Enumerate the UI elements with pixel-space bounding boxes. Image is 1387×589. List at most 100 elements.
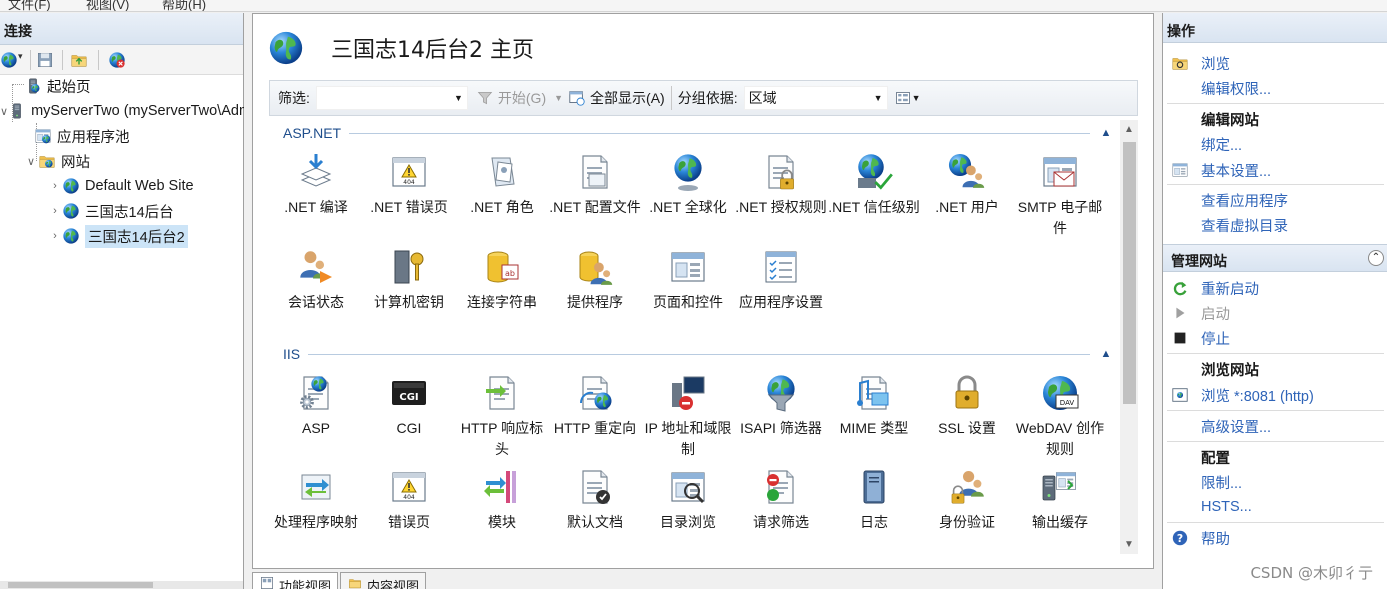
feature-directory-browsing[interactable]: 目录浏览	[641, 467, 735, 533]
feature-ip-domain-restrictions[interactable]: IP 地址和域限制	[641, 373, 735, 460]
http-response-headers-icon	[486, 373, 522, 413]
group-header-iis[interactable]: IIS ▲	[269, 344, 1114, 364]
collapse-chevron-icon[interactable]: ⌃	[1368, 250, 1384, 266]
action-hsts[interactable]: HSTS...	[1163, 495, 1252, 519]
feature-http-response-headers[interactable]: HTTP 响应标头	[455, 373, 549, 460]
action-advanced-settings[interactable]: 高级设置...	[1163, 414, 1271, 438]
action-view-virtual-dirs[interactable]: 查看虚拟目录	[1163, 213, 1288, 237]
feature-providers[interactable]: 提供程序	[548, 247, 642, 313]
action-view-applications[interactable]: 查看应用程序	[1163, 188, 1288, 212]
dropdown-arrow-icon[interactable]: ▼	[554, 93, 563, 103]
feature-output-caching[interactable]: 输出缓存	[1013, 467, 1107, 533]
feature-modules[interactable]: 模块	[455, 467, 549, 533]
vertical-scrollbar[interactable]: ▲ ▼	[1120, 120, 1138, 554]
start-filter-button[interactable]: 开始(G)	[476, 88, 546, 108]
action-help[interactable]: ? 帮助	[1163, 526, 1230, 550]
feature-http-redirect[interactable]: HTTP 重定向	[548, 373, 642, 439]
feature-dotnet-profile[interactable]: .NET 配置文件	[548, 152, 642, 218]
website-icon	[62, 227, 80, 245]
menu-help[interactable]: 帮助(H)	[162, 0, 206, 11]
scrollbar-thumb[interactable]	[1123, 142, 1136, 404]
expand-chevron-icon[interactable]: ∨	[24, 155, 38, 168]
connect-globe-icon[interactable]	[0, 51, 18, 69]
horizontal-scrollbar[interactable]	[0, 581, 243, 589]
tree-item-sites[interactable]: ∨ 网站	[24, 150, 90, 172]
action-limits[interactable]: 限制...	[1163, 470, 1242, 494]
scroll-up-icon[interactable]: ▲	[1120, 124, 1138, 135]
expand-chevron-icon[interactable]: ›	[48, 205, 62, 217]
dotnet-authorization-icon	[761, 152, 795, 190]
dropdown-arrow-icon[interactable]: ▼	[912, 93, 921, 103]
feature-cgi[interactable]: CGI	[362, 373, 456, 439]
feature-dotnet-roles[interactable]: .NET 角色	[455, 152, 549, 218]
settings-page-icon	[1171, 161, 1189, 179]
feature-dotnet-users[interactable]: .NET 用户	[920, 152, 1014, 218]
menu-view[interactable]: 视图(V)	[86, 0, 129, 11]
action-start[interactable]: 启动	[1163, 301, 1230, 325]
tree-item-server[interactable]: ∨ myServerTwo (myServerTwo\Administrator…	[0, 100, 244, 122]
action-browse-8081[interactable]: 浏览 *:8081 (http)	[1163, 383, 1314, 407]
feature-handler-mappings[interactable]: 处理程序映射	[269, 467, 363, 533]
disconnect-icon[interactable]	[108, 51, 126, 69]
tree-item-site-sgz14-2[interactable]: › 三国志14后台2	[48, 224, 188, 248]
feature-isapi-filters[interactable]: ISAPI 筛选器	[734, 373, 828, 439]
action-basic-settings[interactable]: 基本设置...	[1163, 158, 1271, 182]
feature-authentication[interactable]: 身份验证	[920, 467, 1014, 533]
feature-pages-controls[interactable]: 页面和控件	[641, 247, 735, 313]
dropdown-arrow-icon[interactable]: ▼	[454, 93, 463, 103]
feature-request-filtering[interactable]: 请求筛选	[734, 467, 828, 533]
smtp-email-icon	[1040, 152, 1080, 192]
feature-session-state[interactable]: 会话状态	[269, 247, 363, 313]
feature-dotnet-globalization[interactable]: .NET 全球化	[641, 152, 735, 218]
stop-icon	[1174, 332, 1186, 344]
feature-smtp-email[interactable]: SMTP 电子邮件	[1013, 152, 1107, 239]
dropdown-arrow-icon[interactable]: ▾	[18, 51, 23, 62]
save-icon[interactable]	[36, 51, 54, 69]
up-folder-icon[interactable]	[70, 51, 88, 69]
expand-chevron-icon[interactable]: ›	[48, 230, 62, 242]
feature-logging[interactable]: 日志	[827, 467, 921, 533]
tab-features-view[interactable]: 功能视图	[252, 572, 339, 589]
config-heading: 配置	[1201, 450, 1230, 467]
filter-input[interactable]: ▼	[315, 86, 468, 110]
feature-webdav[interactable]: DAV WebDAV 创作规则	[1013, 373, 1107, 460]
feature-machine-key[interactable]: 计算机密钥	[362, 247, 456, 313]
actions-panel: 操作 浏览 编辑权限... 编辑网站 绑定... 基本设置... 查看应用程序 …	[1162, 13, 1387, 589]
action-explore[interactable]: 浏览	[1163, 51, 1230, 75]
feature-dotnet-authorization[interactable]: .NET 授权规则	[734, 152, 828, 218]
view-mode-button[interactable]: ▼	[894, 90, 921, 106]
group-by-select[interactable]: 区域 ▼	[743, 86, 888, 110]
group-header-aspnet[interactable]: ASP.NET ▲	[269, 123, 1114, 143]
tree-item-site-sgz14[interactable]: › 三国志14后台	[48, 200, 174, 222]
expand-chevron-icon[interactable]: ›	[48, 180, 62, 192]
show-all-button[interactable]: 全部显示(A)	[567, 88, 665, 108]
feature-dotnet-error-pages[interactable]: .NET 错误页	[362, 152, 456, 218]
collapse-chevron-icon[interactable]: ▲	[1098, 127, 1114, 139]
feature-mime-types[interactable]: MIME 类型	[827, 373, 921, 439]
tree-item-default-web-site[interactable]: › Default Web Site	[48, 175, 193, 197]
action-edit-permissions[interactable]: 编辑权限...	[1163, 76, 1271, 100]
view-tabs: 功能视图 内容视图	[252, 572, 428, 589]
dropdown-arrow-icon[interactable]: ▼	[874, 93, 883, 103]
action-restart[interactable]: 重新启动	[1163, 276, 1259, 300]
ip-domain-restrictions-icon	[672, 376, 705, 410]
feature-ssl-settings[interactable]: SSL 设置	[920, 373, 1014, 439]
action-bindings[interactable]: 绑定...	[1163, 132, 1242, 156]
tab-content-view[interactable]: 内容视图	[340, 572, 427, 589]
tree-item-app-pools[interactable]: 应用程序池	[34, 125, 130, 147]
tree-item-start-page[interactable]: 起始页	[10, 75, 91, 97]
feature-app-settings[interactable]: 应用程序设置	[734, 247, 828, 313]
feature-error-pages[interactable]: 错误页	[362, 467, 456, 533]
action-stop[interactable]: 停止	[1163, 326, 1230, 350]
feature-default-document[interactable]: 默认文档	[548, 467, 642, 533]
menu-file[interactable]: 文件(F)	[8, 0, 51, 11]
scroll-down-icon[interactable]: ▼	[1120, 539, 1138, 550]
expand-chevron-icon[interactable]: ∨	[0, 105, 8, 118]
feature-asp[interactable]: ASP	[269, 373, 363, 439]
feature-dotnet-trust-levels[interactable]: .NET 信任级别	[827, 152, 921, 218]
manage-site-header[interactable]: 管理网站 ⌃	[1163, 244, 1387, 272]
feature-dotnet-compilation[interactable]: .NET 编译	[269, 152, 363, 218]
http-redirect-icon	[579, 373, 612, 413]
collapse-chevron-icon[interactable]: ▲	[1098, 348, 1114, 360]
feature-connection-strings[interactable]: 连接字符串	[455, 247, 549, 313]
